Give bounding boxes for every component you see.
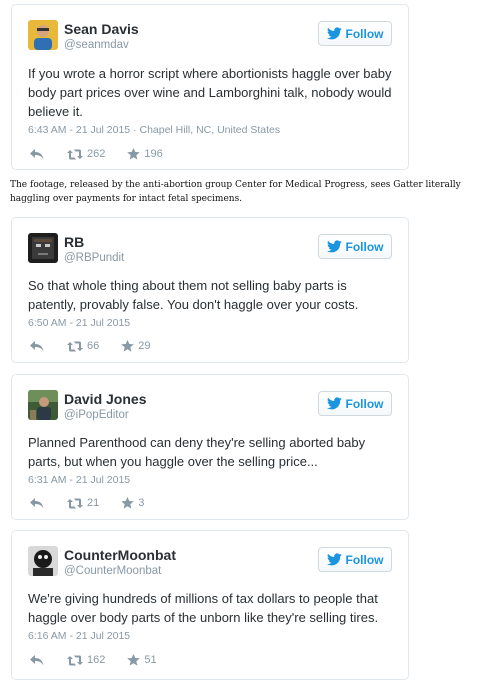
follow-label: Follow bbox=[345, 26, 384, 41]
tweet-actions: 262 196 bbox=[30, 146, 185, 162]
user-handle[interactable]: @seanmdav bbox=[64, 39, 129, 51]
tweet-timestamp[interactable]: 6:50 AM - 21 Jul 2015 bbox=[28, 317, 130, 329]
reply-button[interactable] bbox=[30, 148, 44, 160]
twitter-bird-icon bbox=[326, 553, 342, 566]
tweet-actions: 21 3 bbox=[30, 495, 166, 511]
retweet-count: 66 bbox=[87, 340, 100, 352]
twitter-bird-icon bbox=[326, 27, 342, 40]
tweet-text: If you wrote a horror script where abort… bbox=[28, 66, 392, 119]
follow-button[interactable]: Follow bbox=[318, 21, 392, 46]
display-name[interactable]: Sean Davis bbox=[64, 21, 139, 37]
tweet-card: CounterMoonbat @CounterMoonbat Follow We… bbox=[11, 530, 409, 680]
tweet-timestamp[interactable]: 6:31 AM - 21 Jul 2015 bbox=[28, 474, 130, 486]
favorite-count: 3 bbox=[138, 497, 145, 509]
user-handle[interactable]: @CounterMoonbat bbox=[64, 565, 161, 577]
follow-label: Follow bbox=[345, 552, 384, 567]
reply-icon bbox=[30, 654, 44, 665]
retweet-icon bbox=[67, 341, 83, 351]
reply-button[interactable] bbox=[30, 340, 44, 352]
retweet-button[interactable]: 21 bbox=[67, 497, 99, 509]
tweet-actions: 162 51 bbox=[30, 652, 179, 668]
twitter-bird-icon bbox=[326, 397, 342, 410]
reply-button[interactable] bbox=[30, 654, 44, 666]
tweet-card: Sean Davis @seanmdav Follow If you wrote… bbox=[11, 4, 409, 170]
follow-button[interactable]: Follow bbox=[318, 234, 392, 259]
retweet-button[interactable]: 262 bbox=[67, 148, 105, 160]
favorite-button[interactable]: 51 bbox=[127, 654, 157, 666]
avatar[interactable] bbox=[28, 546, 58, 576]
retweet-button[interactable]: 162 bbox=[67, 654, 105, 666]
star-icon bbox=[127, 148, 141, 160]
tweet-text: We're giving hundreds of millions of tax… bbox=[28, 591, 379, 625]
display-name[interactable]: RB bbox=[64, 234, 84, 250]
retweet-count: 262 bbox=[87, 148, 106, 160]
reply-button[interactable] bbox=[30, 497, 44, 509]
avatar[interactable] bbox=[28, 20, 58, 50]
tweet-timestamp[interactable]: 6:16 AM - 21 Jul 2015 bbox=[28, 630, 130, 642]
display-name[interactable]: David Jones bbox=[64, 391, 146, 407]
retweet-button[interactable]: 66 bbox=[67, 340, 99, 352]
twitter-bird-icon bbox=[326, 240, 342, 253]
reply-icon bbox=[30, 497, 44, 508]
favorite-count: 196 bbox=[144, 148, 163, 160]
star-icon bbox=[127, 654, 141, 666]
retweet-count: 21 bbox=[87, 497, 100, 509]
article-caption: The footage, released by the anti-aborti… bbox=[10, 180, 461, 204]
tweet-card: David Jones @iPopEditor Follow Planned P… bbox=[11, 374, 409, 520]
tweet-text: So that whole thing about them not selli… bbox=[28, 278, 359, 312]
favorite-count: 51 bbox=[144, 654, 157, 666]
follow-button[interactable]: Follow bbox=[318, 391, 392, 416]
avatar[interactable] bbox=[28, 390, 58, 420]
retweet-icon bbox=[67, 655, 83, 665]
favorite-count: 29 bbox=[138, 340, 151, 352]
retweet-icon bbox=[67, 498, 83, 508]
follow-button[interactable]: Follow bbox=[318, 547, 392, 572]
retweet-icon bbox=[67, 149, 83, 159]
tweet-timestamp[interactable]: 6:43 AM - 21 Jul 2015 · Chapel Hill, NC,… bbox=[28, 124, 280, 136]
user-handle[interactable]: @RBPundit bbox=[64, 252, 124, 264]
star-icon bbox=[121, 497, 135, 509]
favorite-button[interactable]: 196 bbox=[127, 148, 163, 160]
user-handle[interactable]: @iPopEditor bbox=[64, 409, 129, 421]
follow-label: Follow bbox=[345, 239, 384, 254]
favorite-button[interactable]: 3 bbox=[121, 497, 144, 509]
follow-label: Follow bbox=[345, 396, 384, 411]
reply-icon bbox=[30, 340, 44, 351]
tweet-text: Planned Parenthood can deny they're sell… bbox=[28, 435, 366, 469]
tweet-card: RB @RBPundit Follow So that whole thing … bbox=[11, 217, 409, 363]
favorite-button[interactable]: 29 bbox=[121, 340, 151, 352]
tweet-actions: 66 29 bbox=[30, 338, 173, 354]
avatar[interactable] bbox=[28, 233, 58, 263]
star-icon bbox=[121, 340, 135, 352]
retweet-count: 162 bbox=[87, 654, 106, 666]
reply-icon bbox=[30, 148, 44, 159]
display-name[interactable]: CounterMoonbat bbox=[64, 547, 176, 563]
